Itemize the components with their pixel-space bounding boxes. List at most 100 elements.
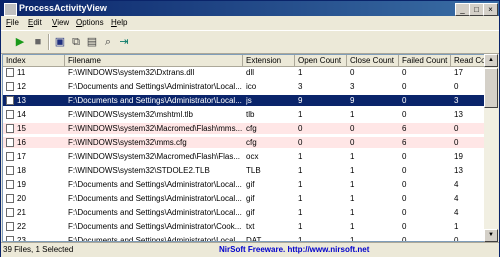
table-row[interactable]: 18 F:\WINDOWS\system32\STDOLE2.TLB TLB 1 1 0 1… (3, 165, 484, 176)
cell-index: 20 (17, 194, 26, 203)
cell-read-count: 0 (454, 138, 459, 147)
scroll-up-button[interactable]: ▲ (484, 54, 498, 67)
table-row[interactable]: 17 F:\WINDOWS\system32\Macromed\Flash\Fla… (3, 151, 484, 162)
stop-icon[interactable]: ■ (31, 35, 45, 49)
column-header-failed-count[interactable]: Failed Count (399, 55, 451, 66)
table-row[interactable]: 15 F:\WINDOWS\system32\Macromed\Flash\mms… (3, 123, 484, 134)
file-icon (6, 166, 14, 175)
cell-open-count: 1 (298, 152, 303, 161)
cell-extension: txt (246, 222, 255, 231)
cell-extension: DAT (246, 236, 262, 242)
cell-index: 12 (17, 82, 26, 91)
table-row[interactable]: 20 F:\Documents and Settings\Administrato… (3, 193, 484, 204)
table-row[interactable]: 14 F:\WINDOWS\system32\mshtml.tlb tlb 1 1 0 13 (3, 109, 484, 120)
cell-index: 17 (17, 152, 26, 161)
file-icon (6, 208, 14, 217)
scroll-down-button[interactable]: ▼ (484, 229, 498, 242)
cell-filename: F:\WINDOWS\system32\STDOLE2.TLB (68, 166, 210, 175)
save-icon[interactable]: ▣ (53, 35, 67, 49)
menu-file[interactable]: File (6, 18, 19, 27)
cell-failed-count: 0 (402, 68, 407, 77)
cell-filename: F:\Documents and Settings\Administrator\… (68, 194, 242, 203)
cell-read-count: 13 (454, 110, 463, 119)
minimize-button[interactable]: _ (455, 3, 470, 16)
cell-filename: F:\WINDOWS\system32\Dxtrans.dll (68, 68, 195, 77)
search-icon[interactable]: ⌕ (101, 35, 115, 49)
window-title: ProcessActivityView (19, 3, 107, 13)
menu-help[interactable]: Help (111, 18, 127, 27)
cell-read-count: 1 (454, 222, 459, 231)
cell-failed-count: 0 (402, 180, 407, 189)
cell-read-count: 3 (454, 96, 459, 105)
table-row[interactable]: 13 F:\Documents and Settings\Administrato… (3, 95, 484, 106)
cell-index: 19 (17, 180, 26, 189)
cell-open-count: 3 (298, 82, 303, 91)
start-icon[interactable]: ▶ (13, 35, 27, 49)
status-file-count: 39 Files, 1 Selected (3, 245, 74, 254)
cell-index: 23 (17, 236, 26, 242)
column-header-filename[interactable]: Filename (65, 55, 243, 66)
column-header-index[interactable]: Index (3, 55, 65, 66)
cell-filename: F:\Documents and Settings\Administrator\… (68, 208, 242, 217)
cell-filename: F:\WINDOWS\system32\Macromed\Flash\Flas.… (68, 152, 241, 161)
cell-index: 13 (17, 96, 26, 105)
close-button[interactable]: × (483, 3, 498, 16)
menu-edit[interactable]: Edit (28, 18, 42, 27)
cell-filename: F:\WINDOWS\system32\Macromed\Flash\mms..… (68, 124, 242, 133)
app-window: ProcessActivityView _ □ × File Edit View… (0, 0, 500, 257)
table-row[interactable]: 12 F:\Documents and Settings\Administrato… (3, 81, 484, 92)
scroll-thumb[interactable] (484, 68, 498, 108)
table-row[interactable]: 21 F:\Documents and Settings\Administrato… (3, 207, 484, 218)
cell-failed-count: 0 (402, 166, 407, 175)
cell-extension: gif (246, 180, 255, 189)
cell-failed-count: 0 (402, 152, 407, 161)
cell-read-count: 17 (454, 68, 463, 77)
cell-index: 18 (17, 166, 26, 175)
cell-extension: gif (246, 194, 255, 203)
cell-close-count: 1 (350, 152, 355, 161)
table-row[interactable]: 19 F:\Documents and Settings\Administrato… (3, 179, 484, 190)
menu-options[interactable]: Options (76, 18, 104, 27)
exit-icon[interactable]: ⇥ (117, 35, 131, 49)
cell-open-count: 1 (298, 222, 303, 231)
cell-close-count: 0 (350, 68, 355, 77)
cell-failed-count: 0 (402, 208, 407, 217)
cell-extension: ocx (246, 152, 259, 161)
cell-index: 11 (17, 68, 26, 77)
copy-icon[interactable]: ⧉ (69, 35, 83, 49)
cell-extension: ico (246, 82, 257, 91)
list-header: Index Filename Extension Open Count Clos… (3, 55, 484, 67)
cell-filename: F:\Documents and Settings\Administrator\… (68, 236, 242, 242)
properties-icon[interactable]: ▤ (85, 35, 99, 49)
cell-close-count: 1 (350, 194, 355, 203)
cell-extension: cfg (246, 124, 257, 133)
table-row[interactable]: 22 F:\Documents and Settings\Administrato… (3, 221, 484, 232)
cell-failed-count: 0 (402, 222, 407, 231)
cell-index: 15 (17, 124, 26, 133)
status-nirsoft-link[interactable]: NirSoft Freeware. http://www.nirsoft.net (219, 245, 369, 255)
cell-failed-count: 0 (402, 236, 407, 242)
cell-failed-count: 6 (402, 138, 407, 147)
file-icon (6, 68, 14, 77)
column-header-read-count[interactable]: Read Co (451, 55, 484, 66)
cell-open-count: 1 (298, 208, 303, 217)
table-row[interactable]: 23 F:\Documents and Settings\Administrato… (3, 235, 484, 242)
column-header-open-count[interactable]: Open Count (295, 55, 347, 66)
cell-open-count: 1 (298, 166, 303, 175)
table-row[interactable]: 16 F:\WINDOWS\system32\mms.cfg cfg 0 0 6 0 (3, 137, 484, 148)
status-bar: 39 Files, 1 Selected NirSoft Freeware. h… (1, 242, 499, 257)
cell-open-count: 0 (298, 124, 303, 133)
column-header-close-count[interactable]: Close Count (347, 55, 399, 66)
cell-open-count: 1 (298, 194, 303, 203)
cell-close-count: 1 (350, 208, 355, 217)
vertical-scrollbar[interactable]: ▲ ▼ (484, 54, 498, 242)
cell-filename: F:\Documents and Settings\Administrator\… (68, 180, 242, 189)
menu-view[interactable]: View (52, 18, 69, 27)
cell-failed-count: 0 (402, 110, 407, 119)
column-header-extension[interactable]: Extension (243, 55, 295, 66)
table-row[interactable]: 11 F:\WINDOWS\system32\Dxtrans.dll dll 1 0 0 1… (3, 67, 484, 78)
file-list[interactable]: Index Filename Extension Open Count Clos… (2, 54, 485, 242)
cell-close-count: 1 (350, 236, 355, 242)
maximize-button[interactable]: □ (469, 3, 484, 16)
cell-open-count: 9 (298, 96, 303, 105)
